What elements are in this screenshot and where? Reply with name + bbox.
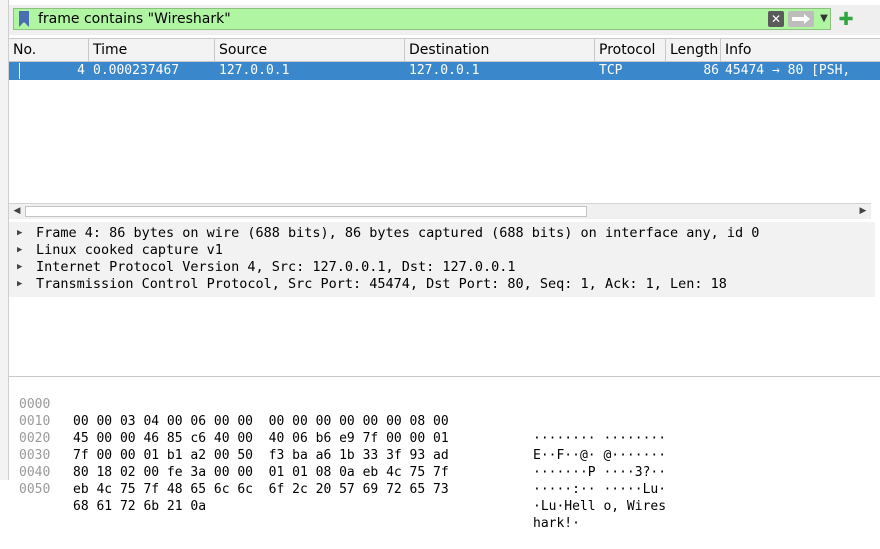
packet-bytes-pane: 0000 00 00 03 04 00 06 00 00 00 00 00 00…	[9, 376, 880, 531]
tree-item-tcp[interactable]: ▶ Transmission Control Protocol, Src Por…	[9, 276, 875, 293]
clear-x-icon[interactable]: ✕	[768, 11, 784, 27]
plus-icon[interactable]: ✚	[837, 11, 855, 29]
packet-list-header: No. Time Source Destination Protocol Len…	[9, 39, 880, 62]
cell-time: 0.000237467	[93, 63, 180, 78]
cell-no: 4	[77, 63, 85, 78]
pane-empty-area	[9, 297, 880, 375]
cell-protocol: TCP	[599, 63, 623, 78]
cell-length: 86	[703, 63, 719, 78]
column-header-length[interactable]: Length	[666, 39, 721, 61]
expand-arrow-icon[interactable]: ▶	[17, 225, 27, 242]
packet-list-horizontal-scrollbar[interactable]: ◀ ▶	[9, 203, 871, 219]
scroll-right-icon[interactable]: ▶	[856, 205, 870, 218]
window-left-edge	[0, 0, 9, 480]
byte-row: 0020 7f 00 00 01 b1 a2 00 50 f3 ba a6 1b…	[9, 413, 880, 480]
expand-arrow-icon[interactable]: ▶	[17, 259, 27, 276]
byte-row: 0030 80 18 02 00 fe 3a 00 00 01 01 08 0a…	[9, 430, 880, 497]
column-header-info[interactable]: Info	[721, 39, 880, 61]
scroll-left-icon[interactable]: ◀	[10, 205, 24, 218]
apply-arrow-icon[interactable]	[788, 11, 814, 27]
display-filter-input[interactable]: frame contains "Wireshark" ✕ ▼	[13, 8, 831, 30]
column-header-source[interactable]: Source	[215, 39, 405, 61]
cell-source: 127.0.0.1	[219, 63, 290, 78]
expand-arrow-icon[interactable]: ▶	[17, 242, 27, 259]
column-header-destination[interactable]: Destination	[405, 39, 595, 61]
display-filter-toolbar: frame contains "Wireshark" ✕ ▼ ✚	[9, 5, 880, 35]
byte-row: 0040 eb 4c 75 7f 48 65 6c 6c 6f 2c 20 57…	[9, 447, 880, 514]
cell-destination: 127.0.0.1	[409, 63, 480, 78]
cell-info: 45474 → 80 [PSH,	[725, 63, 851, 78]
filter-expression-text: frame contains "Wireshark"	[38, 11, 231, 27]
byte-row: 0050 68 61 72 6b 21 0a hark!·	[9, 464, 880, 531]
byte-offset: 0050	[19, 482, 51, 497]
packet-row-selected[interactable]: 4 0.000237467 127.0.0.1 127.0.0.1 TCP 86…	[9, 62, 880, 80]
packet-list-pane: No. Time Source Destination Protocol Len…	[9, 38, 880, 219]
tree-item-ipv4[interactable]: ▶ Internet Protocol Version 4, Src: 127.…	[9, 259, 875, 276]
byte-row: 0010 45 00 00 46 85 c6 40 00 40 06 b6 e9…	[9, 396, 880, 463]
tree-item-linux-cooked-capture[interactable]: ▶ Linux cooked capture v1	[9, 242, 875, 259]
byte-hex[interactable]: eb 4c 75 7f 48 65 6c 6c 6f 2c 20 57 69 7…	[73, 481, 449, 498]
byte-ascii[interactable]: hark!·	[533, 515, 580, 532]
chevron-down-icon[interactable]: ▼	[818, 12, 830, 26]
column-header-no[interactable]: No.	[9, 39, 89, 61]
byte-hex[interactable]: 68 61 72 6b 21 0a	[73, 498, 206, 515]
expand-arrow-icon[interactable]: ▶	[17, 276, 27, 293]
column-header-protocol[interactable]: Protocol	[595, 39, 666, 61]
byte-ascii[interactable]: ·Lu·Hell o, Wires	[533, 498, 666, 515]
column-header-time[interactable]: Time	[89, 39, 215, 61]
packet-details-pane: ▶ Frame 4: 86 bytes on wire (688 bits), …	[9, 222, 875, 297]
scrollbar-thumb[interactable]	[25, 206, 587, 217]
byte-ascii[interactable]: ·····:·· ·····Lu·	[533, 481, 666, 498]
tree-item-frame[interactable]: ▶ Frame 4: 86 bytes on wire (688 bits), …	[9, 225, 875, 242]
byte-row: 0000 00 00 03 04 00 06 00 00 00 00 00 00…	[9, 379, 880, 446]
bookmark-icon[interactable]	[18, 11, 30, 27]
